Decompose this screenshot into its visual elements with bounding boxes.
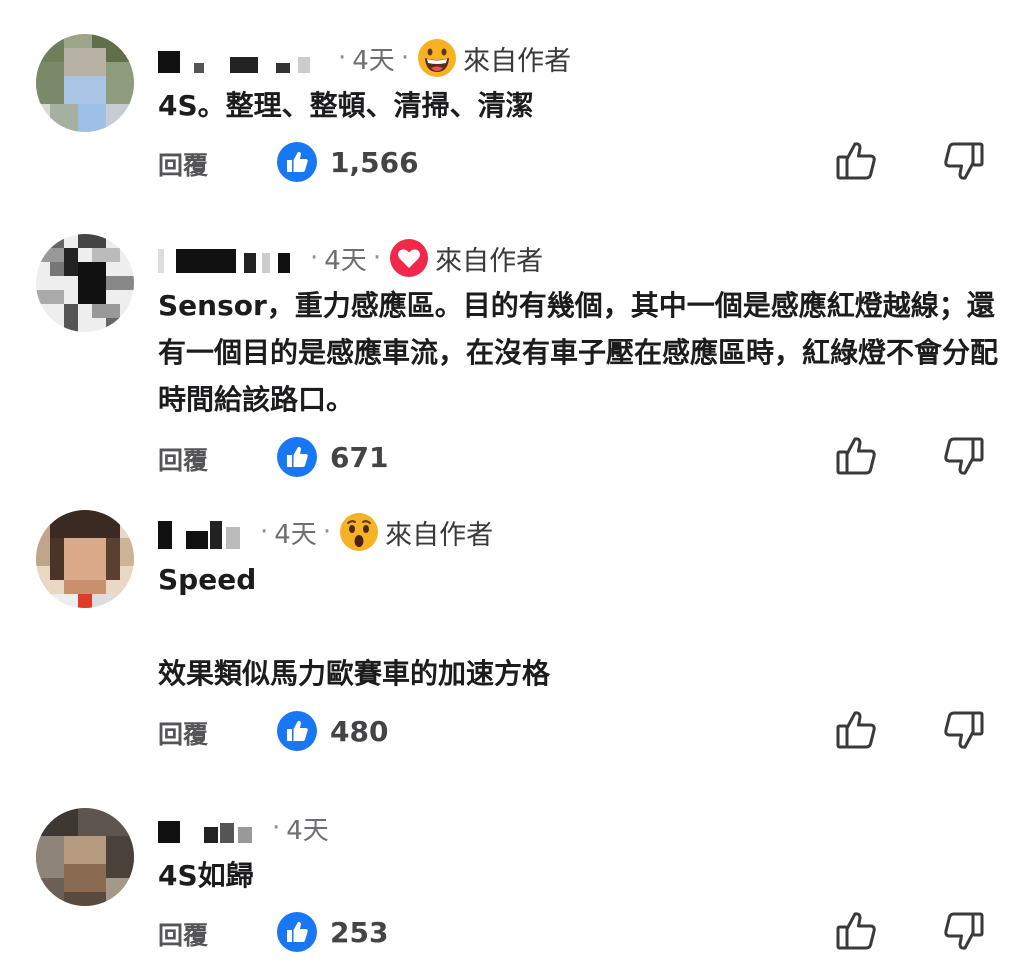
redacted-username[interactable] [158,813,262,843]
like-count[interactable]: 253 [276,910,388,954]
thumbs-up-icon[interactable] [834,707,880,753]
separator: · [310,243,319,273]
like-count-text: 253 [330,915,389,949]
like-badge-icon [276,436,318,478]
like-count[interactable]: 1,566 [276,140,419,184]
like-badge-icon [276,911,318,953]
comment-actions: 回覆 253 [0,908,1024,956]
thumbs-down-icon[interactable] [940,433,986,479]
like-count[interactable]: 671 [276,435,388,479]
like-count-text: 480 [330,714,389,748]
comment-time: 4天 [274,519,317,550]
author-tag: 來自作者 [435,245,544,277]
thumbs-up-icon[interactable] [834,138,880,184]
comment-actions: 回覆 1,566 [0,138,1024,186]
comment-time: 4天 [352,45,395,76]
reply-button[interactable]: 回覆 [158,146,208,182]
avatar[interactable] [36,510,134,608]
comment-meta: · 4天 [158,806,329,850]
thumbs-down-icon[interactable] [940,138,986,184]
separator: · [322,517,332,547]
surprised-face-icon [339,512,379,552]
thumbs-down-icon[interactable] [940,707,986,753]
comment-meta: · 4天 · 來自作者 [158,510,493,554]
comment-time: 4天 [324,245,367,276]
author-tag: 來自作者 [463,45,572,77]
avatar[interactable] [36,808,134,906]
reply-button[interactable]: 回覆 [158,916,208,952]
comment-body: 4S如歸 [158,859,254,892]
grinning-face-icon [417,38,457,78]
like-count[interactable]: 480 [276,709,388,753]
redacted-username[interactable] [158,243,300,273]
separator: · [372,243,382,273]
thumbs-down-icon[interactable] [940,908,986,954]
redacted-username[interactable] [158,43,328,73]
comment-body: 4S。整理、整頓、清掃、清潔 [158,89,534,122]
redacted-username[interactable] [158,517,250,549]
comment-actions: 回覆 480 [0,707,1024,755]
comment-actions: 回覆 671 [0,433,1024,481]
like-badge-icon [276,141,318,183]
separator: · [400,43,410,73]
heart-icon [389,238,429,278]
thumbs-up-icon[interactable] [834,433,880,479]
like-count-text: 671 [330,440,389,474]
comment-body: Speed 效果類似馬力歐賽車的加速方格 [158,563,551,690]
separator: · [272,813,281,843]
like-count-text: 1,566 [330,145,419,179]
thumbs-up-icon[interactable] [834,908,880,954]
avatar[interactable] [36,34,134,132]
comment-meta: · 4天 · 來自作者 [158,236,543,280]
like-badge-icon [276,710,318,752]
comment-body: Sensor，重力感應區。目的有幾個，其中一個是感應紅燈越線；還有一個目的是感應… [158,289,999,416]
reply-button[interactable]: 回覆 [158,441,208,477]
author-tag: 來自作者 [385,519,494,551]
comment-meta: · 4天 · 來自作者 [158,36,571,80]
separator: · [260,517,269,547]
comment-time: 4天 [286,815,329,846]
reply-button[interactable]: 回覆 [158,715,208,751]
separator: · [338,43,347,73]
avatar[interactable] [36,234,134,332]
